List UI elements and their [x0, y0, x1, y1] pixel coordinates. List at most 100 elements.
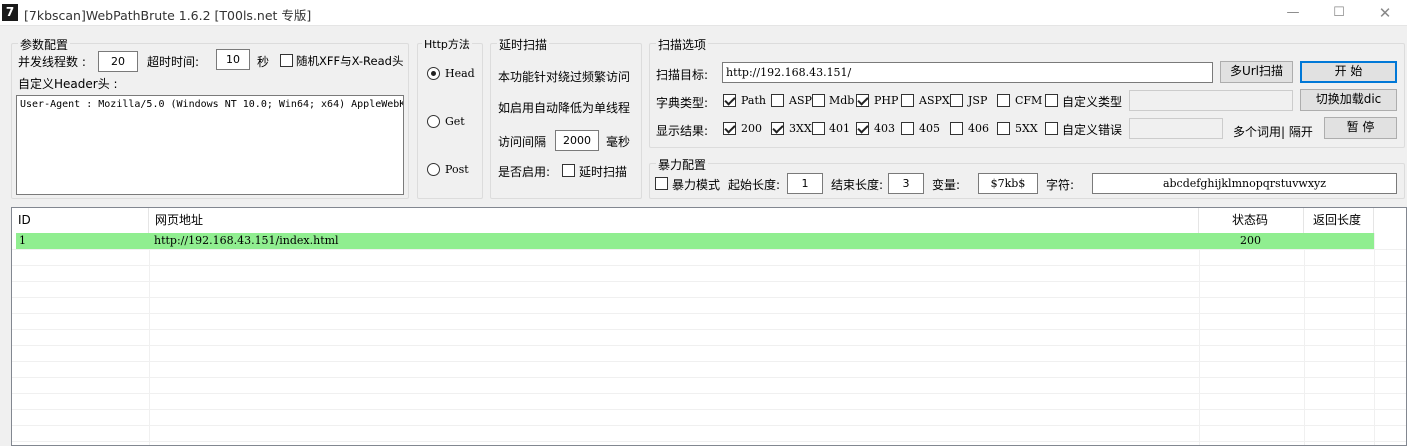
end-len-input[interactable]: 3: [888, 173, 924, 194]
custom-type-checkbox[interactable]: [1045, 94, 1058, 107]
brute-mode-checkbox[interactable]: [655, 177, 668, 190]
start-button[interactable]: 开 始: [1300, 61, 1397, 83]
scan-options-legend: 扫描选项: [656, 36, 709, 53]
row-status: 200: [1240, 234, 1261, 247]
table-row[interactable]: 1 http://192.168.43.151/index.html 200: [16, 233, 1374, 249]
row-divider: [12, 409, 1406, 410]
custom-error-input[interactable]: [1129, 118, 1223, 139]
title-bar: 7 [7kbscan]WebPathBrute 1.6.2 [T00ls.net…: [0, 0, 1407, 26]
result-403-label: 403: [874, 122, 895, 135]
row-divider: [12, 425, 1406, 426]
delay-legend: 延时扫描: [497, 36, 550, 53]
dict-path-label: Path: [741, 94, 766, 107]
result-401-label: 401: [829, 122, 850, 135]
dict-jsp-checkbox[interactable]: [950, 94, 963, 107]
dict-mdb-checkbox[interactable]: [812, 94, 825, 107]
result-label: 显示结果:: [656, 124, 709, 138]
dict-type-label: 字典类型:: [656, 96, 709, 110]
threads-label: 并发线程数 :: [18, 55, 86, 69]
result-406-checkbox[interactable]: [950, 122, 963, 135]
start-len-label: 起始长度:: [728, 178, 781, 192]
row-divider: [12, 441, 1406, 442]
row-divider: [12, 281, 1406, 282]
delay-enable-checkbox-label: 延时扫描: [579, 165, 628, 179]
dict-asp-checkbox[interactable]: [771, 94, 784, 107]
header-textarea[interactable]: User-Agent : Mozilla/5.0 (Windows NT 10.…: [16, 95, 404, 195]
minimize-button[interactable]: —: [1270, 0, 1316, 26]
delay-enable-checkbox[interactable]: [562, 164, 575, 177]
method-post-label: Post: [445, 163, 469, 176]
result-403-checkbox[interactable]: [856, 122, 869, 135]
method-post-radio[interactable]: [427, 163, 440, 176]
close-button[interactable]: ✕: [1362, 0, 1407, 26]
params-legend: 参数配置: [18, 36, 71, 53]
row-id: 1: [19, 234, 26, 247]
row-divider: [12, 313, 1406, 314]
switch-dict-button[interactable]: 切换加载dic: [1300, 89, 1397, 111]
window-title: [7kbscan]WebPathBrute 1.6.2 [T00ls.net 专…: [24, 8, 312, 23]
variable-label: 变量:: [932, 178, 961, 192]
method-head-radio[interactable]: [427, 67, 440, 80]
result-5xx-checkbox[interactable]: [997, 122, 1010, 135]
dict-aspx-label: ASPX: [919, 94, 950, 107]
random-xff-label: 随机XFF与X-Read头: [296, 54, 404, 68]
custom-type-label: 自定义类型: [1062, 95, 1123, 109]
brute-mode-label: 暴力模式: [672, 178, 721, 192]
dict-cfm-label: CFM: [1015, 94, 1043, 107]
timeout-unit: 秒: [257, 55, 270, 69]
maximize-icon: ☐: [1333, 5, 1345, 20]
threads-input[interactable]: 20: [98, 51, 138, 72]
delay-enable-label: 是否启用:: [498, 165, 551, 179]
dict-jsp-label: JSP: [968, 94, 988, 107]
delay-desc-2: 如启用自动降低为单线程: [498, 101, 631, 115]
custom-error-label: 自定义错误: [1062, 123, 1123, 137]
target-label: 扫描目标:: [656, 68, 709, 82]
result-200-label: 200: [741, 122, 762, 135]
result-405-checkbox[interactable]: [901, 122, 914, 135]
result-401-checkbox[interactable]: [812, 122, 825, 135]
random-xff-checkbox[interactable]: [280, 54, 293, 67]
maximize-button[interactable]: ☐: [1316, 0, 1362, 26]
method-get-radio[interactable]: [427, 115, 440, 128]
end-len-label: 结束长度:: [831, 178, 884, 192]
timeout-input[interactable]: 10: [216, 49, 250, 70]
dict-php-label: PHP: [874, 94, 899, 107]
http-method-legend: Http方法: [422, 36, 472, 52]
interval-label: 访问间隔: [498, 135, 547, 149]
delay-desc-1: 本功能针对绕过频繁访问: [498, 70, 631, 84]
result-5xx-label: 5XX: [1015, 122, 1038, 135]
method-get-label: Get: [445, 115, 465, 128]
column-header-url[interactable]: 网页地址: [149, 208, 1199, 233]
results-table[interactable]: ID 网页地址 状态码 返回长度 1 http://192.168.43.151…: [11, 207, 1407, 446]
result-3xx-checkbox[interactable]: [771, 122, 784, 135]
close-icon: ✕: [1378, 4, 1392, 22]
method-head-label: Head: [445, 67, 475, 80]
multi-word-hint: 多个词用| 隔开: [1233, 125, 1313, 139]
interval-unit: 毫秒: [606, 135, 631, 149]
custom-error-checkbox[interactable]: [1045, 122, 1058, 135]
pause-button[interactable]: 暂 停: [1324, 117, 1397, 139]
custom-type-input[interactable]: [1129, 90, 1293, 111]
charset-input[interactable]: abcdefghijklmnopqrstuvwxyz: [1092, 173, 1397, 194]
column-header-status[interactable]: 状态码: [1199, 208, 1304, 233]
dict-aspx-checkbox[interactable]: [901, 94, 914, 107]
target-input[interactable]: http://192.168.43.151/: [722, 62, 1213, 83]
interval-input[interactable]: 2000: [555, 130, 599, 151]
row-divider: [12, 297, 1406, 298]
column-header-id[interactable]: ID: [12, 208, 149, 233]
variable-input[interactable]: $7kb$: [978, 173, 1038, 194]
row-url: http://192.168.43.151/index.html: [154, 234, 339, 247]
dict-path-checkbox[interactable]: [723, 94, 736, 107]
row-divider: [12, 249, 1406, 250]
dict-mdb-label: Mdb: [829, 94, 855, 107]
dict-cfm-checkbox[interactable]: [997, 94, 1010, 107]
dict-php-checkbox[interactable]: [856, 94, 869, 107]
row-divider: [12, 393, 1406, 394]
dict-asp-label: ASP: [789, 94, 812, 107]
app-icon: 7: [2, 4, 18, 21]
result-200-checkbox[interactable]: [723, 122, 736, 135]
start-len-input[interactable]: 1: [787, 173, 823, 194]
brute-legend: 暴力配置: [656, 156, 709, 173]
column-header-length[interactable]: 返回长度: [1304, 208, 1374, 233]
multi-url-button[interactable]: 多Url扫描: [1220, 61, 1293, 83]
